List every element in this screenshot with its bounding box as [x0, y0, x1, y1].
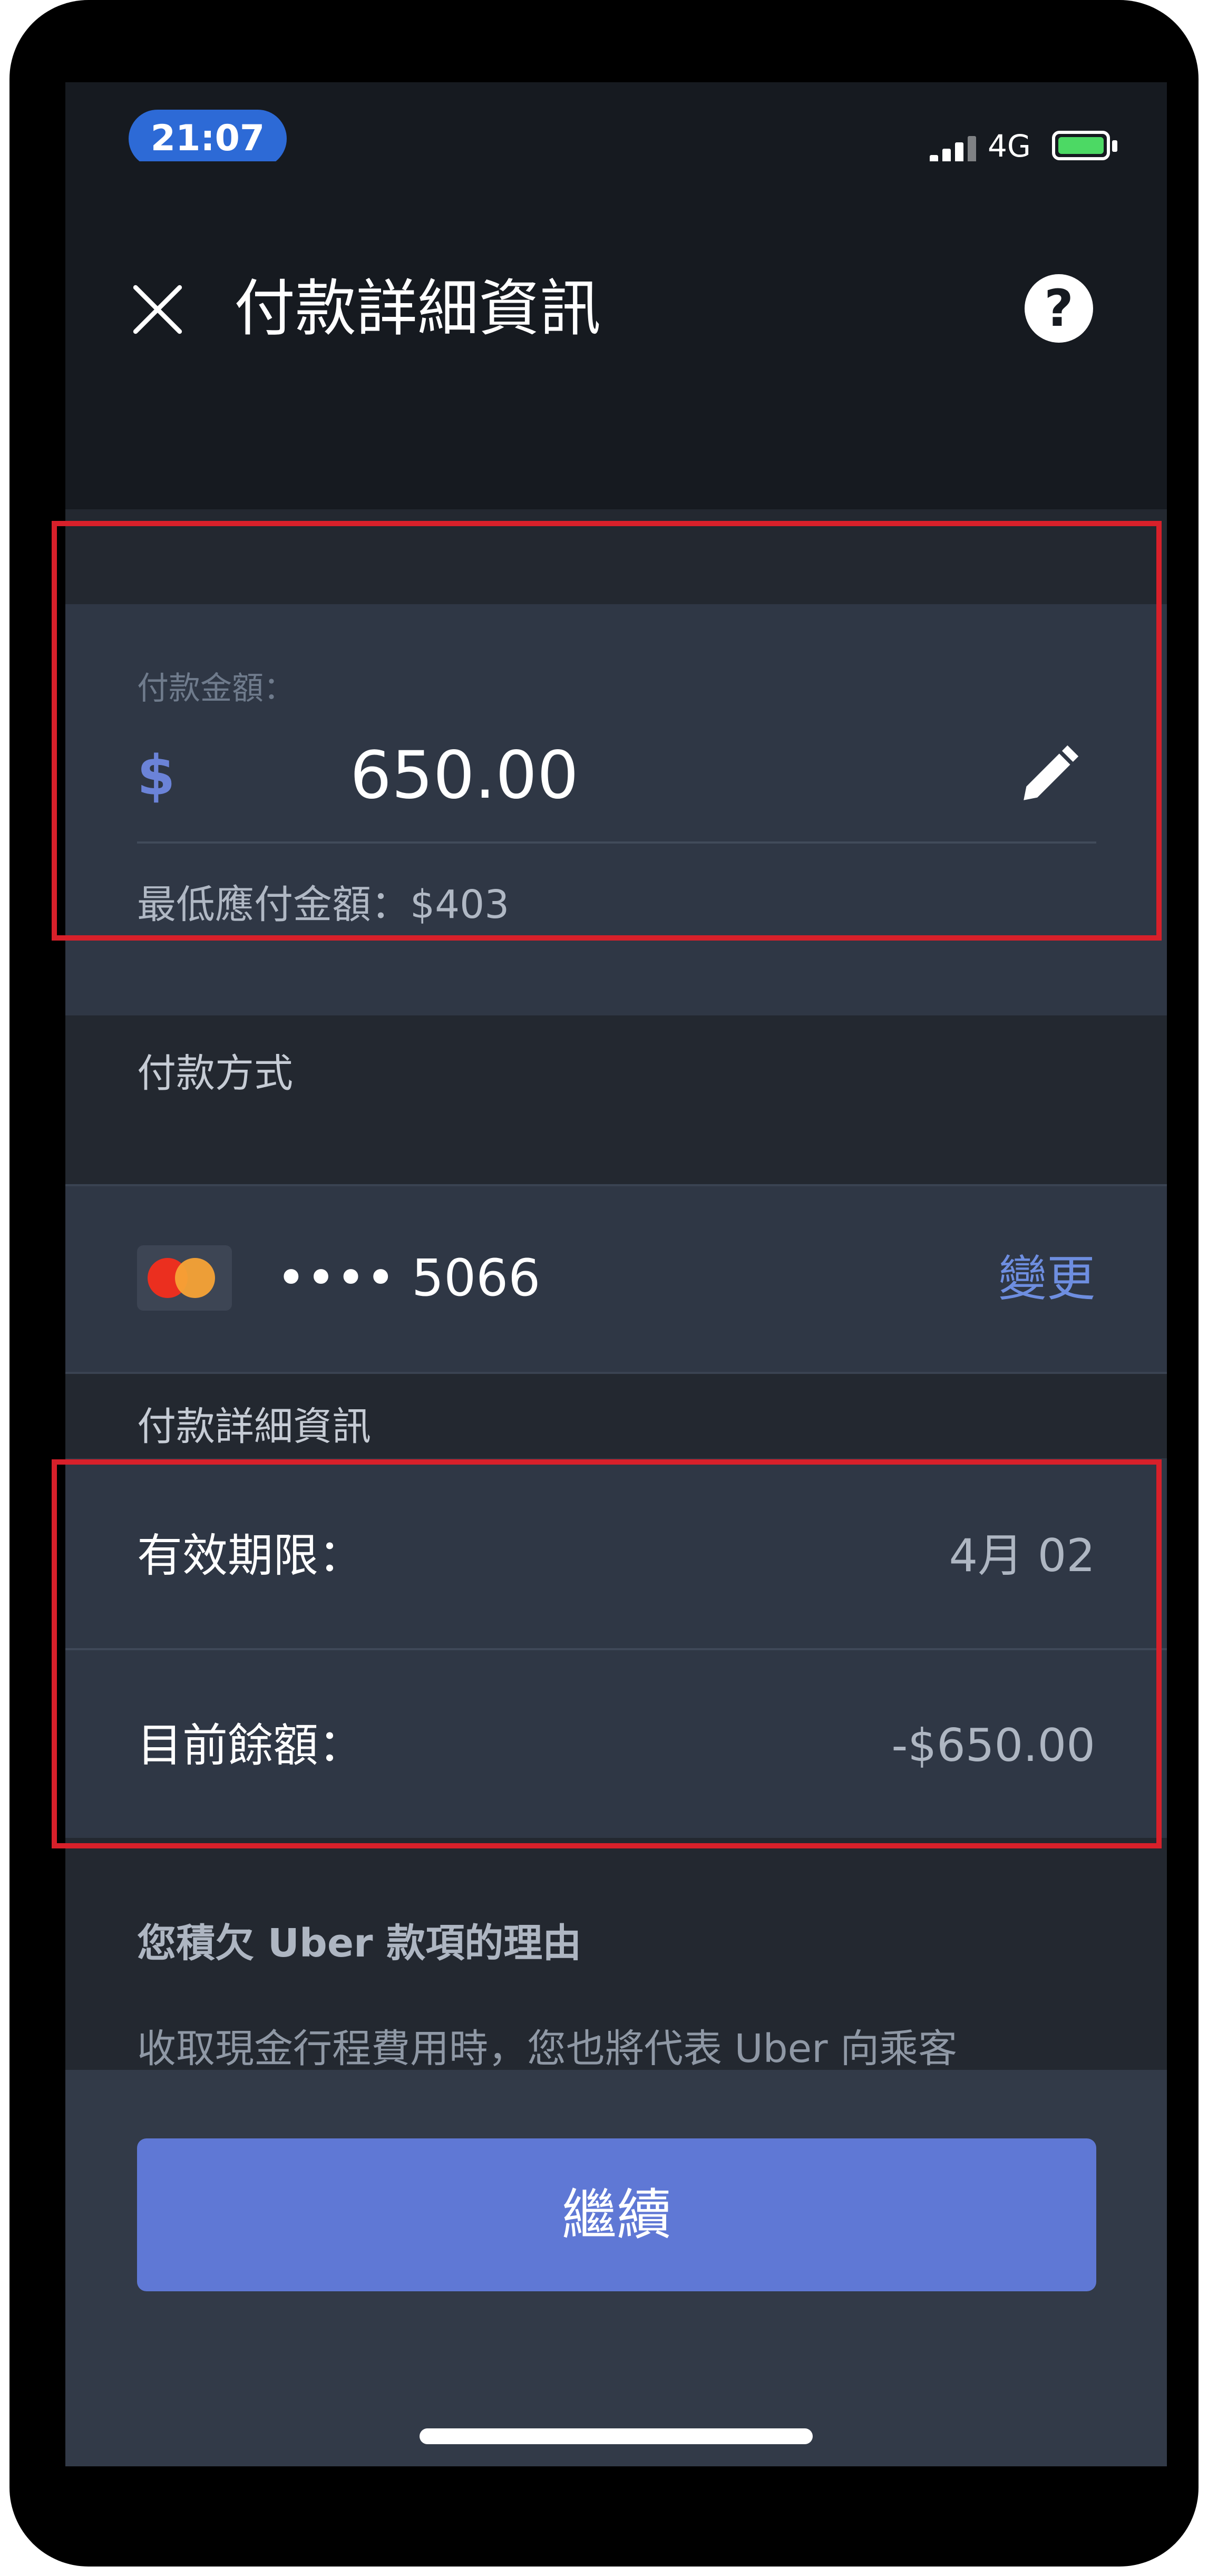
nav-bar [65, 161, 1167, 509]
highlight-amount [52, 521, 1162, 941]
payment-details-heading: 付款詳細資訊 [137, 1404, 371, 1449]
payment-method-heading: 付款方式 [137, 1051, 293, 1096]
battery-cap [1112, 140, 1117, 152]
mastercard-icon [137, 1245, 232, 1311]
continue-button[interactable]: 繼續 [137, 2138, 1096, 2291]
app-screen: 21:07 4G 付款詳細資訊 ? 付款金額： $ 650.00 最低應付金額：… [65, 82, 1167, 2466]
help-icon[interactable]: ? [1025, 274, 1093, 343]
reason-heading: 您積欠 Uber 款項的理由 [137, 1921, 582, 1966]
reason-text: 收取現金行程費用時，您也將代表 Uber 向乘客 [137, 2026, 958, 2071]
home-indicator [420, 2428, 813, 2444]
phone-frame: 21:07 4G 付款詳細資訊 ? 付款金額： $ 650.00 最低應付金額：… [9, 0, 1199, 2567]
battery-icon [1052, 131, 1110, 160]
status-time: 21:07 [129, 110, 287, 168]
page-title: 付款詳細資訊 [234, 273, 601, 344]
close-icon[interactable] [129, 280, 187, 338]
highlight-details [52, 1459, 1162, 1848]
network-label: 4G [988, 128, 1031, 164]
card-number: •••• 5066 [276, 1248, 541, 1308]
change-payment-button[interactable]: 變更 [998, 1248, 1095, 1310]
